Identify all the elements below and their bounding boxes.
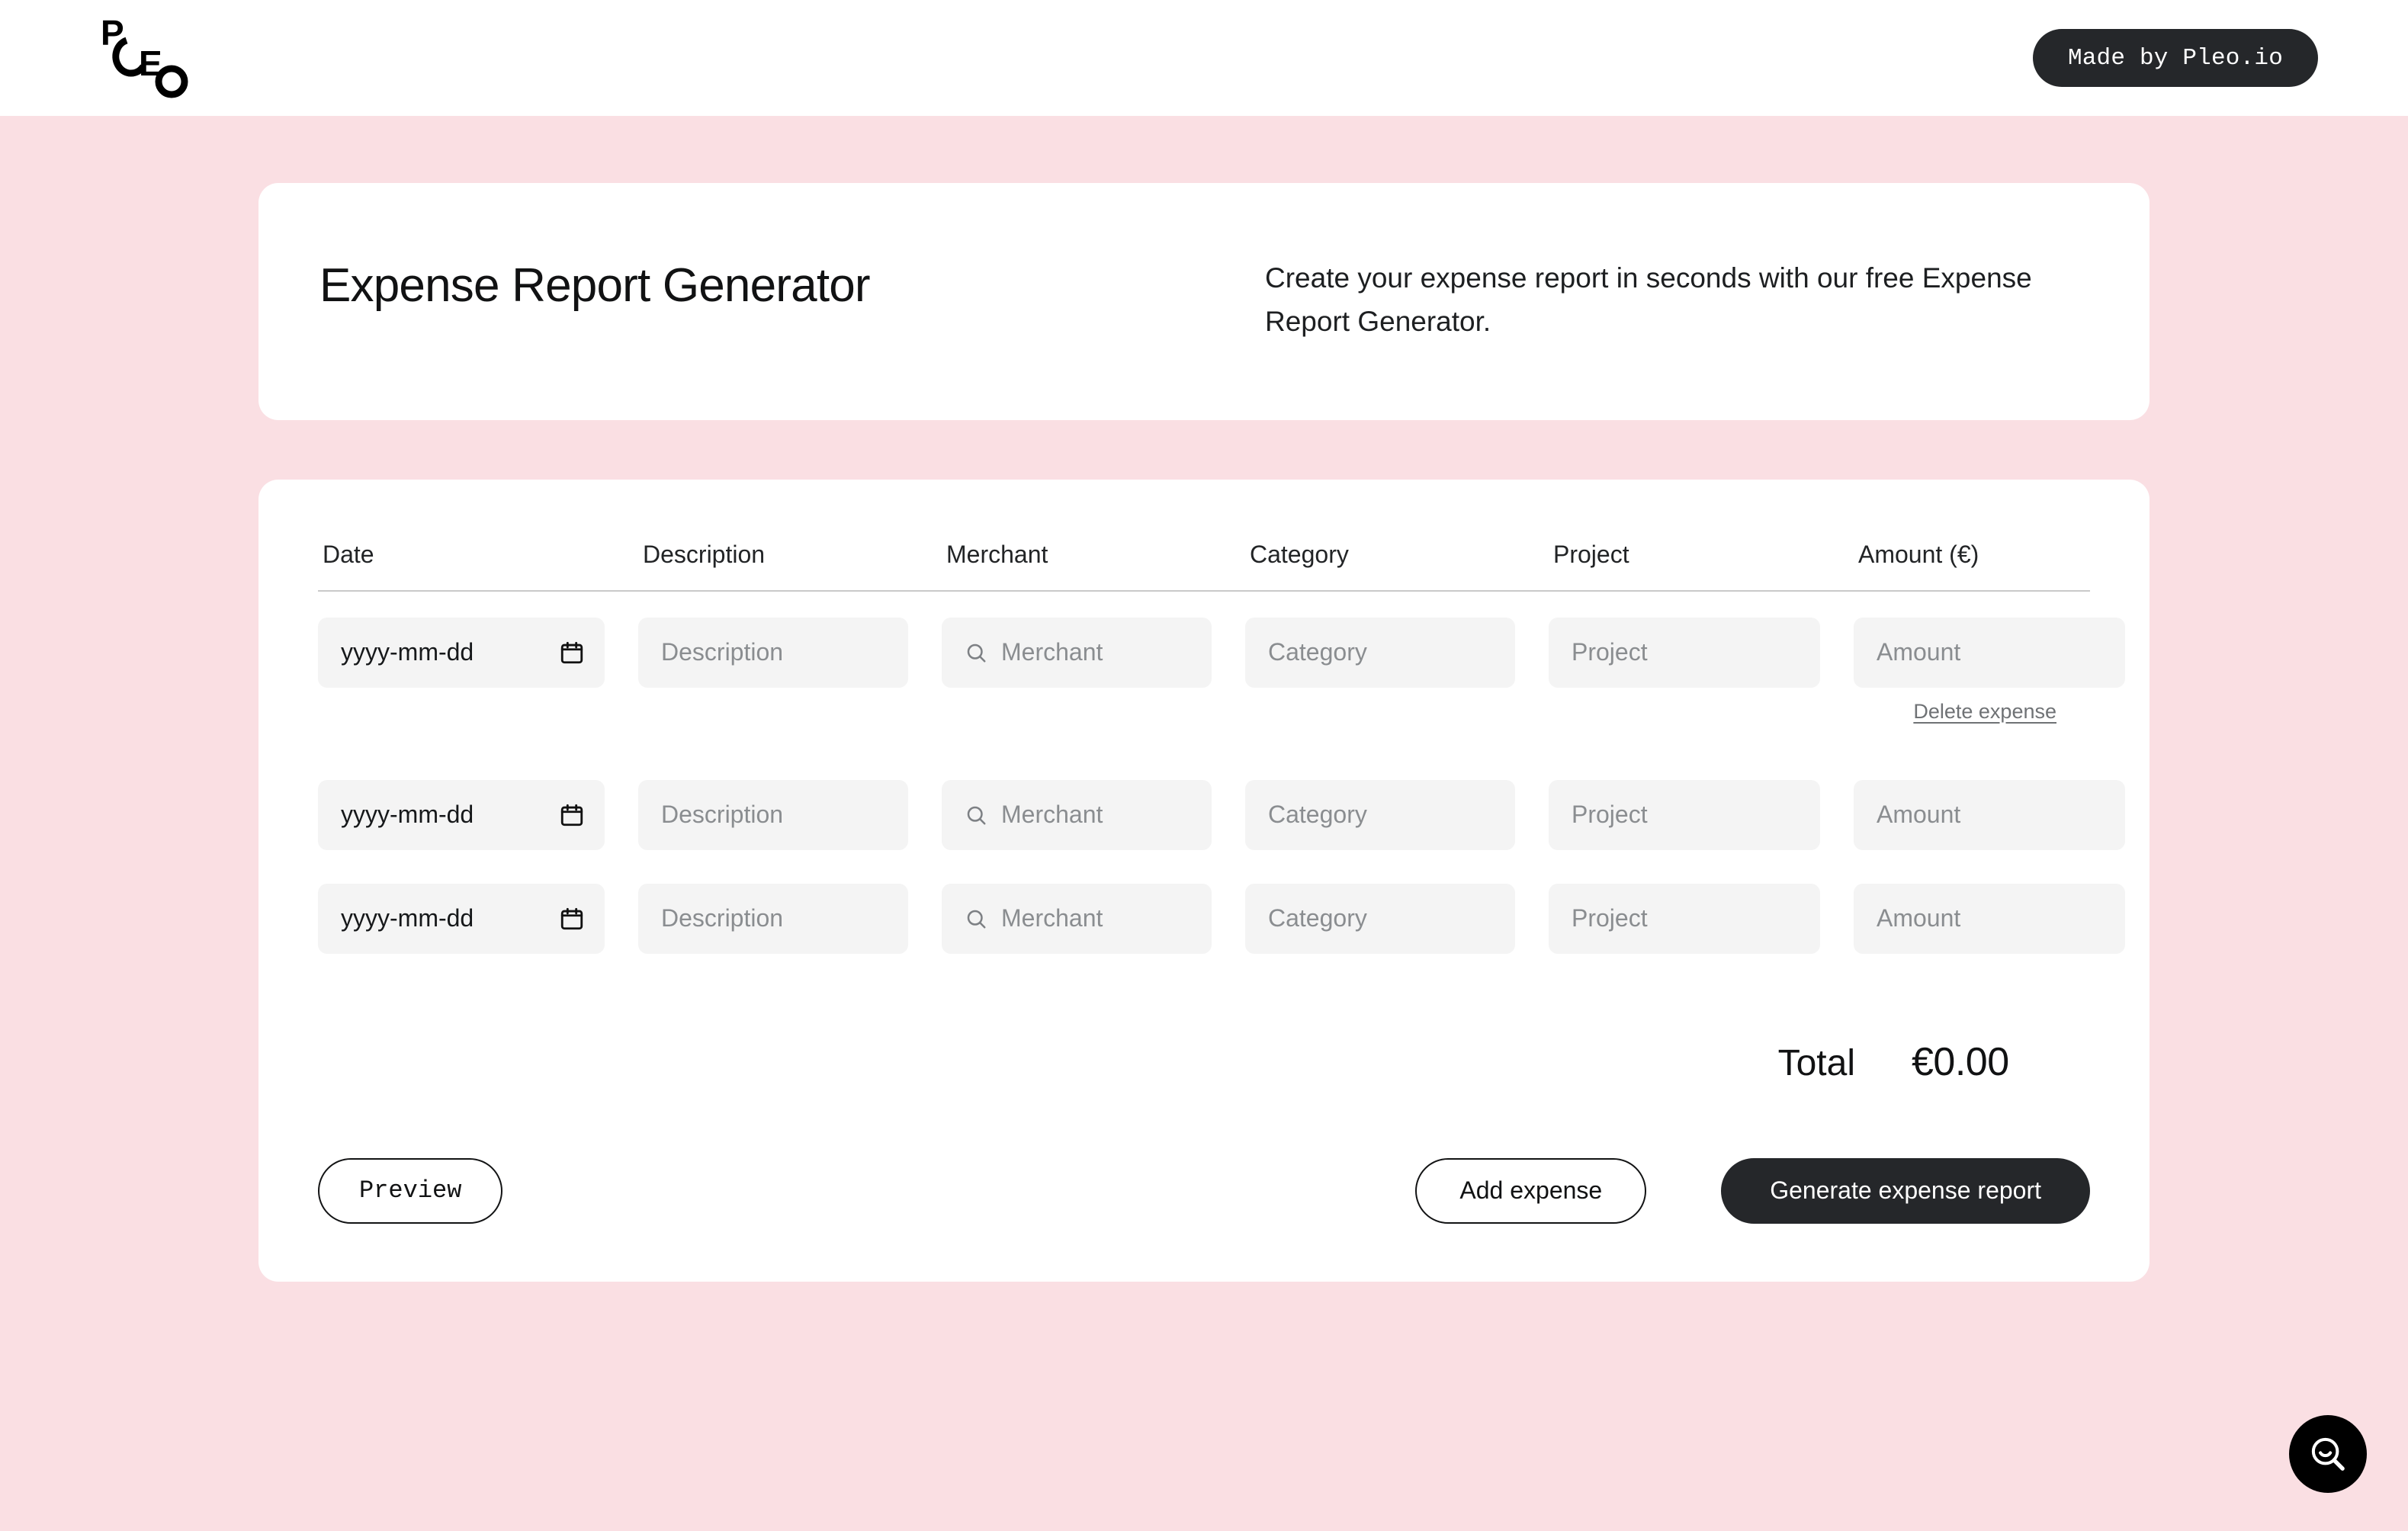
cell-date: yyyy-mm-dd <box>318 617 638 688</box>
category-field-1[interactable] <box>1245 617 1515 688</box>
pleo-logo-link[interactable]: P E <box>99 18 197 98</box>
column-header-project: Project <box>1553 540 1629 568</box>
row-spacer <box>318 850 2090 884</box>
description-input-1[interactable] <box>661 638 885 667</box>
merchant-input-1[interactable] <box>1001 638 1189 667</box>
primary-actions: Add expense Generate expense report <box>1415 1157 2090 1224</box>
description-field-3[interactable] <box>638 883 908 954</box>
top-navigation-bar: P E Made by Pleo.io <box>0 0 2408 116</box>
project-field-3[interactable] <box>1549 883 1820 954</box>
page-description: Create your expense report in seconds wi… <box>1265 262 2032 338</box>
table-header-divider <box>318 589 2090 592</box>
category-field-2[interactable] <box>1245 779 1515 850</box>
cell-project <box>1549 883 1854 954</box>
date-placeholder-text: yyyy-mm-dd <box>341 638 474 666</box>
search-icon <box>965 907 987 930</box>
merchant-input-2[interactable] <box>1001 801 1189 830</box>
amount-input-2[interactable] <box>1877 801 2102 830</box>
cell-description <box>638 779 942 850</box>
category-input-2[interactable] <box>1268 801 1492 830</box>
date-input-1[interactable]: yyyy-mm-dd <box>318 617 605 688</box>
description-field-1[interactable] <box>638 617 908 688</box>
merchant-field-3[interactable] <box>942 883 1212 954</box>
hero-card: Expense Report Generator Create your exp… <box>258 183 2150 420</box>
cell-category <box>1245 779 1549 850</box>
preview-button[interactable]: Preview <box>318 1157 503 1224</box>
cell-category <box>1245 883 1549 954</box>
generate-expense-report-button[interactable]: Generate expense report <box>1721 1157 2090 1224</box>
search-icon <box>965 641 987 664</box>
date-input-3[interactable]: yyyy-mm-dd <box>318 883 605 954</box>
cell-amount <box>1854 617 2159 688</box>
search-smile-icon <box>2311 1437 2345 1471</box>
page-title: Expense Report Generator <box>319 259 871 312</box>
column-header-merchant: Merchant <box>946 540 1048 568</box>
cell-date: yyyy-mm-dd <box>318 779 638 850</box>
date-placeholder-text: yyyy-mm-dd <box>341 801 474 829</box>
category-input-1[interactable] <box>1268 638 1492 667</box>
cell-merchant <box>942 617 1245 688</box>
project-input-1[interactable] <box>1572 638 1797 667</box>
table-header-row: Date Description Merchant Category Proje… <box>318 522 2090 590</box>
amount-input-3[interactable] <box>1877 904 2102 933</box>
merchant-input-3[interactable] <box>1001 904 1189 933</box>
project-input-2[interactable] <box>1572 801 1797 830</box>
total-value: €0.00 <box>1912 1039 2009 1084</box>
column-header-category: Category <box>1250 540 1349 568</box>
description-field-2[interactable] <box>638 779 908 850</box>
category-input-3[interactable] <box>1268 904 1492 933</box>
merchant-field-1[interactable] <box>942 617 1212 688</box>
cell-amount <box>1854 883 2159 954</box>
cell-date: yyyy-mm-dd <box>318 883 638 954</box>
merchant-field-2[interactable] <box>942 779 1212 850</box>
date-placeholder-text: yyyy-mm-dd <box>341 904 474 932</box>
amount-field-2[interactable] <box>1854 779 2125 850</box>
project-field-2[interactable] <box>1549 779 1820 850</box>
content-container: Expense Report Generator Create your exp… <box>258 183 2150 1282</box>
expense-row: yyyy-mm-dd <box>318 883 2125 954</box>
project-input-3[interactable] <box>1572 904 1797 933</box>
made-by-pleo-button[interactable]: Made by Pleo.io <box>2032 29 2318 87</box>
cell-category <box>1245 617 1549 688</box>
cell-description <box>638 883 942 954</box>
page-body: Expense Report Generator Create your exp… <box>0 116 2408 1531</box>
cell-merchant <box>942 779 1245 850</box>
delete-expense-link-1[interactable]: Delete expense <box>1913 700 2056 724</box>
description-input-3[interactable] <box>661 904 885 933</box>
project-field-1[interactable] <box>1549 617 1820 688</box>
search-icon <box>965 804 987 826</box>
row-actions: Delete expense <box>318 688 2090 724</box>
column-header-description: Description <box>643 540 766 568</box>
cell-merchant <box>942 883 1245 954</box>
amount-field-3[interactable] <box>1854 883 2125 954</box>
column-header-amount: Amount (€) <box>1858 540 1979 568</box>
calendar-icon[interactable] <box>559 802 585 828</box>
form-action-bar: Preview Add expense Generate expense rep… <box>318 1085 2090 1224</box>
amount-field-1[interactable] <box>1854 617 2125 688</box>
date-input-2[interactable]: yyyy-mm-dd <box>318 779 605 850</box>
total-row: Total €0.00 <box>318 954 2090 1085</box>
description-input-2[interactable] <box>661 801 885 830</box>
add-expense-button[interactable]: Add expense <box>1415 1157 1647 1224</box>
expense-row: yyyy-mm-dd <box>318 779 2125 850</box>
cell-project <box>1549 779 1854 850</box>
row-spacer <box>318 724 2090 780</box>
calendar-icon[interactable] <box>559 906 585 932</box>
total-label: Total <box>1777 1042 1855 1083</box>
cell-description <box>638 617 942 688</box>
expense-row: yyyy-mm-dd <box>318 617 2125 724</box>
category-field-3[interactable] <box>1245 883 1515 954</box>
calendar-icon[interactable] <box>559 640 585 666</box>
cell-project <box>1549 617 1854 688</box>
pleo-logo: P E <box>101 18 188 98</box>
cell-amount <box>1854 779 2159 850</box>
amount-input-1[interactable] <box>1877 638 2102 667</box>
column-header-date: Date <box>323 540 374 568</box>
expense-form-card: Date Description Merchant Category Proje… <box>258 479 2150 1282</box>
support-search-fab[interactable] <box>2289 1415 2367 1493</box>
